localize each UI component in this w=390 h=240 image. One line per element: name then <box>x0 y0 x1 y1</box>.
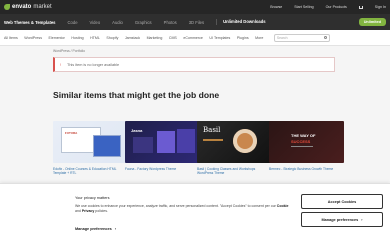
mockup-screen-secondary <box>93 135 121 157</box>
logo-suffix: market <box>33 4 52 10</box>
item-title[interactable]: Edufix - Online Courses & Education HTML… <box>53 167 128 175</box>
manage-preferences-button[interactable]: Manage preferences › <box>301 212 383 227</box>
subnav-marketing[interactable]: Marketing <box>147 36 163 40</box>
subnav-elementor[interactable]: Elementor <box>49 36 65 40</box>
item-card[interactable]: FUTURA Edufix - Online Courses & Educati… <box>53 121 128 175</box>
logo-brand: envato <box>12 4 32 10</box>
mockup-panel <box>133 137 153 153</box>
warning-icon: ! <box>60 62 62 67</box>
mockup-panel <box>177 129 195 153</box>
top-bar: envato market Browse Start Selling Our P… <box>0 0 390 14</box>
item-thumbnail[interactable]: THE WAY OF SUCCESS <box>269 121 344 163</box>
thumb-label: Jasna <box>131 128 143 133</box>
item-title[interactable]: Fauna - Factory Wordpress Theme <box>125 167 200 171</box>
privacy-policy-link[interactable]: Privacy <box>82 209 94 213</box>
decor-line <box>291 146 313 147</box>
subnav-shopify[interactable]: Shopify <box>106 36 118 40</box>
item-card[interactable]: THE WAY OF SUCCESS Bermec - Strategic Bu… <box>269 121 344 171</box>
top-link-start-selling[interactable]: Start Selling <box>294 5 313 9</box>
cookie-title: Your privacy matters <box>75 196 110 200</box>
cookie-policies-text: policies. <box>95 208 108 213</box>
chevron-right-icon: › <box>361 217 363 222</box>
category-nav: All Items WordPress Elementor Hosting HT… <box>0 30 390 46</box>
chevron-right-icon: › <box>114 227 116 231</box>
decor-bar <box>203 139 223 141</box>
nav-3d-files[interactable]: 3D Files <box>189 20 204 25</box>
plate-image <box>233 129 257 153</box>
cart-button[interactable] <box>358 5 363 9</box>
subnav-ui-templates[interactable]: UI Templates <box>209 36 230 40</box>
thumb-accent: SUCCESS <box>291 139 311 144</box>
subnav-all-items[interactable]: All Items <box>4 36 18 40</box>
cookie-banner: Your privacy matters We use cookies to e… <box>0 183 390 240</box>
subnav-html[interactable]: HTML <box>90 36 100 40</box>
subnav-jamstack[interactable]: Jamstack <box>125 36 140 40</box>
accept-cookies-button[interactable]: Accept Cookies <box>301 194 383 209</box>
unlimited-button[interactable]: Unlimited <box>358 18 386 26</box>
prefs-label: Manage preferences <box>321 217 359 222</box>
search-input[interactable]: Search <box>273 33 330 42</box>
nav-code[interactable]: Code <box>68 20 78 25</box>
envato-logo[interactable]: envato market <box>4 4 52 10</box>
similar-items-heading: Similar items that might get the job don… <box>53 90 220 100</box>
manage-label: Manage preferences <box>75 227 112 231</box>
search-icon[interactable] <box>323 36 327 39</box>
cookie-policy-link[interactable]: Cookie <box>277 204 289 208</box>
nav-web-themes[interactable]: Web Themes & Templates <box>4 20 56 25</box>
thumb-label: THE WAY OF <box>291 133 316 138</box>
nav-photos[interactable]: Photos <box>164 20 177 25</box>
main-nav: Web Themes & Templates Code Video Audio … <box>0 14 390 30</box>
item-card[interactable]: Jasna Fauna - Factory Wordpress Theme <box>125 121 200 171</box>
mockup-panel <box>157 131 175 153</box>
alert-text: This item is no longer available <box>67 62 120 67</box>
manage-preferences-link[interactable]: Manage preferences › <box>75 227 116 231</box>
subnav-cms[interactable]: CMS <box>169 36 177 40</box>
item-title[interactable]: Bermec - Strategic Business Growth Theme <box>269 167 344 171</box>
top-link-sign-in[interactable]: Sign In <box>375 5 386 9</box>
subnav-wordpress[interactable]: WordPress <box>24 36 42 40</box>
nav-audio[interactable]: Audio <box>112 20 123 25</box>
nav-unlimited-downloads[interactable]: Unlimited Downloads <box>216 19 266 25</box>
subnav-plugins[interactable]: Plugins <box>237 36 249 40</box>
subnav-more[interactable]: More <box>255 36 263 40</box>
nav-graphics[interactable]: Graphics <box>135 20 152 25</box>
leaf-icon <box>4 4 10 10</box>
item-thumbnail[interactable]: Jasna <box>125 121 200 163</box>
thumb-label: FUTURA <box>65 131 78 135</box>
cookie-and-text: and <box>75 208 81 213</box>
top-link-browse[interactable]: Browse <box>270 5 282 9</box>
cart-icon <box>358 5 363 9</box>
subnav-hosting[interactable]: Hosting <box>71 36 83 40</box>
cookie-body: We use cookies to enhance your experienc… <box>75 204 295 213</box>
nav-video[interactable]: Video <box>90 20 101 25</box>
subnav-ecommerce[interactable]: eCommerce <box>183 36 203 40</box>
item-thumbnail[interactable]: FUTURA <box>53 121 128 163</box>
top-links: Browse Start Selling Our Products Sign I… <box>270 5 386 9</box>
search-placeholder: Search <box>276 35 288 40</box>
item-card[interactable]: Basil Basil | Cooking Classes and Worksh… <box>197 121 272 175</box>
thumb-label: Basil <box>203 126 221 134</box>
unavailable-alert: ! This item is no longer available <box>53 57 335 72</box>
cookie-body-text: We use cookies to enhance your experienc… <box>75 204 276 208</box>
item-title[interactable]: Basil | Cooking Classes and Workshops Wo… <box>197 167 272 175</box>
top-link-our-products[interactable]: Our Products <box>326 5 347 9</box>
item-thumbnail[interactable]: Basil <box>197 121 272 163</box>
breadcrumb[interactable]: WordPress / Portfolio <box>53 49 85 53</box>
